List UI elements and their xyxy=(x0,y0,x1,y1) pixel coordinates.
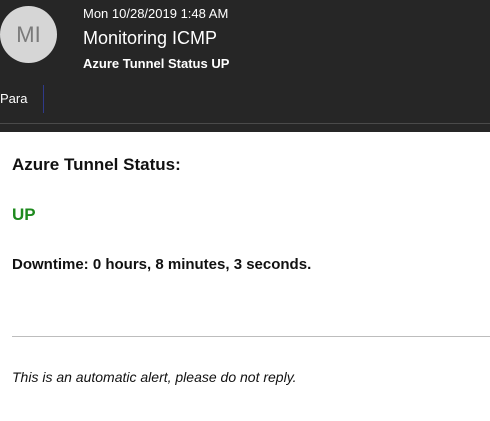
downtime-text: Downtime: 0 hours, 8 minutes, 3 seconds. xyxy=(12,256,312,273)
sender-name[interactable]: Monitoring ICMP xyxy=(83,28,217,49)
attachment-item[interactable]: Para xyxy=(0,91,27,106)
body-divider xyxy=(12,336,490,337)
status-value: UP xyxy=(12,205,36,224)
header-divider xyxy=(0,123,490,124)
attachment-divider xyxy=(43,85,44,113)
email-subject: Azure Tunnel Status UP xyxy=(83,56,230,71)
email-date: Mon 10/28/2019 1:48 AM xyxy=(83,6,229,21)
email-header: MI Mon 10/28/2019 1:48 AM Monitoring ICM… xyxy=(0,0,490,132)
status-title: Azure Tunnel Status: xyxy=(12,155,181,174)
sender-avatar[interactable]: MI xyxy=(0,6,57,63)
footer-note: This is an automatic alert, please do no… xyxy=(12,369,297,385)
